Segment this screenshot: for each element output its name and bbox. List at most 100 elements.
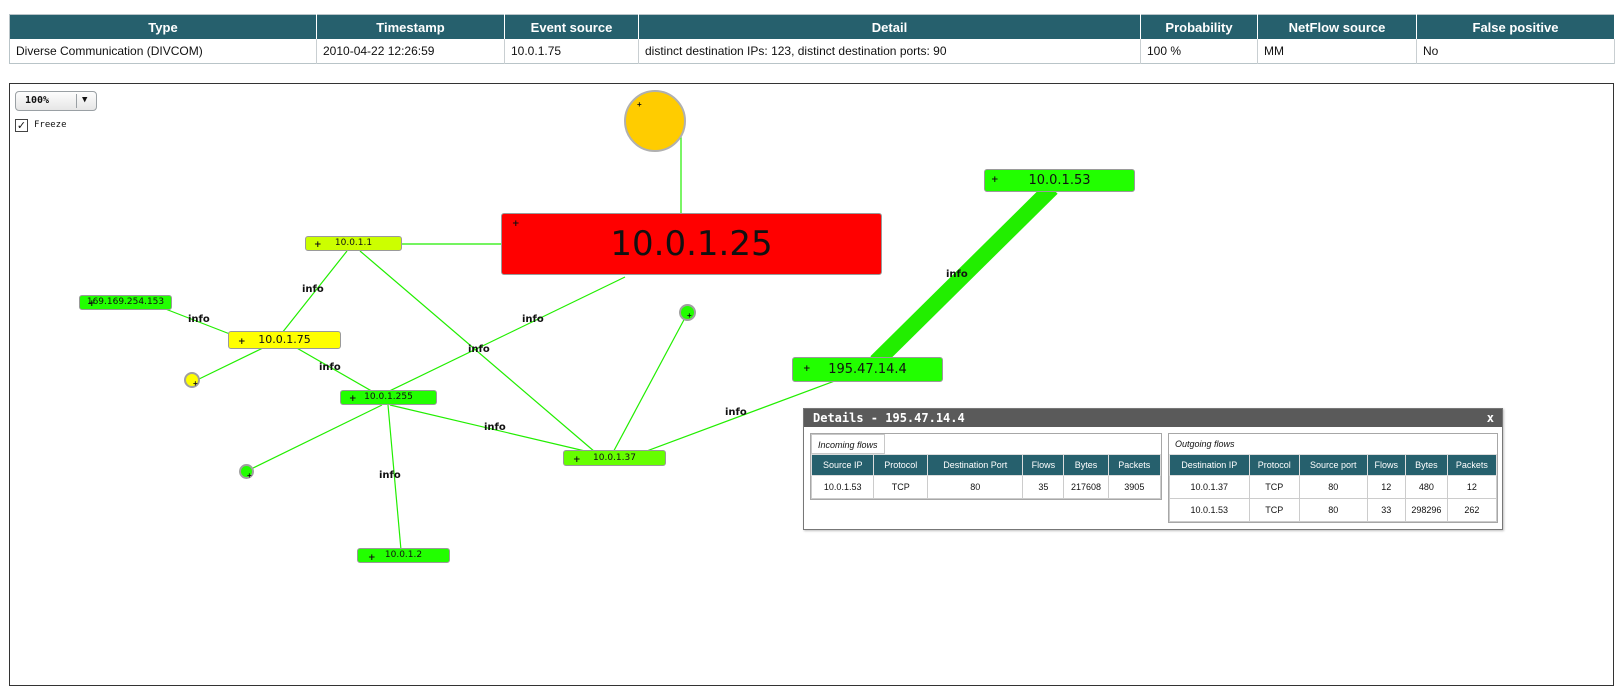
edge-label-info[interactable]: info: [188, 314, 210, 325]
expand-icon[interactable]: +: [349, 395, 357, 404]
event-table: Type Timestamp Event source Detail Proba…: [9, 14, 1615, 64]
edge-label-info[interactable]: info: [725, 407, 747, 418]
cell: 217608: [1063, 475, 1109, 499]
col-flows: Flows: [1022, 454, 1065, 476]
expand-icon[interactable]: +: [247, 472, 252, 480]
col-packets: Packets: [1107, 454, 1162, 476]
cell-probability: 100 %: [1140, 39, 1258, 64]
edge-label-info[interactable]: info: [484, 422, 506, 433]
graph-node-10-0-1-37[interactable]: + 10.0.1.37: [563, 450, 666, 466]
incoming-flows-caption: Incoming flows: [811, 434, 885, 454]
col-destination-ip: Destination IP: [1169, 454, 1250, 476]
edge: [609, 315, 687, 459]
table-row[interactable]: 10.0.1.53 TCP 80 35 217608 3905: [810, 475, 1162, 499]
expand-icon[interactable]: +: [314, 241, 322, 250]
header-false-positive[interactable]: False positive: [1416, 14, 1615, 39]
node-label: 10.0.1.2: [384, 550, 423, 560]
expand-icon[interactable]: +: [238, 338, 246, 347]
cell: 33: [1366, 498, 1407, 522]
graph-node-circle-green[interactable]: +: [239, 464, 254, 480]
zoom-divider: [76, 94, 77, 108]
cell: 12: [1446, 475, 1498, 499]
edge-label-info[interactable]: info: [522, 314, 544, 325]
edge: [196, 346, 266, 381]
graph-node-10-0-1-53[interactable]: + 10.0.1.53: [984, 169, 1135, 192]
expand-icon[interactable]: +: [193, 380, 198, 388]
edge-label-info[interactable]: info: [302, 284, 324, 295]
edge-label-info[interactable]: info: [319, 362, 341, 373]
details-popup[interactable]: Details - 195.47.14.4 x Incoming flows S…: [803, 408, 1503, 530]
cell: 262: [1446, 498, 1498, 522]
details-titlebar[interactable]: Details - 195.47.14.4 x: [804, 409, 1502, 427]
header-event-source[interactable]: Event source: [504, 14, 639, 39]
expand-icon[interactable]: +: [88, 300, 96, 309]
cell-detail: distinct destination IPs: 123, distinct …: [638, 39, 1141, 64]
cell: TCP: [873, 475, 929, 499]
expand-icon[interactable]: +: [512, 220, 520, 229]
freeze-checkbox[interactable]: ✓: [15, 118, 28, 132]
edge-label-info[interactable]: info: [946, 269, 968, 280]
cell: 480: [1405, 475, 1448, 499]
incoming-flows-table: Source IP Protocol Destination Port Flow…: [810, 454, 1162, 499]
table-row[interactable]: 10.0.1.53 TCP 80 33 298296 262: [1169, 498, 1498, 522]
expand-icon[interactable]: +: [803, 365, 811, 374]
expand-icon[interactable]: +: [687, 312, 692, 320]
edge-label-info[interactable]: info: [468, 344, 490, 355]
outgoing-flows-table: Destination IP Protocol Source port Flow…: [1169, 454, 1498, 522]
node-label: 10.0.1.53: [1028, 173, 1091, 188]
cell-timestamp: 2010-04-22 12:26:59: [316, 39, 505, 64]
graph-edges: [149, 122, 1058, 551]
header-detail[interactable]: Detail: [638, 14, 1141, 39]
zoom-value: 100%: [25, 95, 50, 106]
cell: 80: [927, 475, 1024, 499]
table-row[interactable]: 10.0.1.37 TCP 80 12 480 12: [1169, 475, 1498, 499]
cell-netflow-source: MM: [1257, 39, 1417, 64]
header-probability[interactable]: Probability: [1140, 14, 1258, 39]
col-flows: Flows: [1366, 454, 1407, 476]
graph-node-circle-green[interactable]: +: [679, 304, 696, 321]
col-source-port: Source port: [1299, 454, 1368, 476]
cell-event-source: 10.0.1.75: [504, 39, 639, 64]
graph-node-10-0-1-1[interactable]: + 10.0.1.1: [305, 236, 402, 251]
col-protocol: Protocol: [1248, 454, 1301, 476]
graph-node-circle-large[interactable]: +: [624, 90, 686, 152]
header-type[interactable]: Type: [9, 14, 317, 39]
graph-node-169-169-254-153[interactable]: + 169.169.254.153: [79, 295, 172, 310]
header-netflow-source[interactable]: NetFlow source: [1257, 14, 1417, 39]
col-protocol: Protocol: [873, 454, 929, 476]
col-destination-port: Destination Port: [927, 454, 1024, 476]
cell-type: Diverse Communication (DIVCOM): [9, 39, 317, 64]
graph-node-10-0-1-2[interactable]: + 10.0.1.2: [357, 548, 450, 563]
cell-false-positive: No: [1416, 39, 1615, 64]
node-label: 10.0.1.255: [364, 392, 413, 402]
incoming-flows-panel: Incoming flows Source IP Protocol Destin…: [810, 433, 1162, 500]
cell: 10.0.1.53: [1169, 498, 1250, 522]
node-label: 169.169.254.153: [86, 297, 165, 307]
graph-panel[interactable]: 100% ▼ ✓ Freeze + + 10.0.1.25 + 10.0.1.5…: [9, 83, 1614, 686]
expand-icon[interactable]: +: [991, 176, 999, 185]
graph-node-10-0-1-255[interactable]: + 10.0.1.255: [340, 390, 437, 405]
graph-node-10-0-1-25[interactable]: + 10.0.1.25: [501, 213, 882, 275]
graph-node-circle-yellow[interactable]: +: [184, 372, 200, 388]
expand-icon[interactable]: +: [368, 554, 376, 563]
freeze-label: Freeze: [34, 120, 67, 130]
col-bytes: Bytes: [1405, 454, 1448, 476]
close-icon[interactable]: x: [1487, 409, 1494, 427]
node-label: 10.0.1.37: [593, 453, 636, 463]
cell: 12: [1366, 475, 1407, 499]
edge-label-info[interactable]: info: [379, 470, 401, 481]
col-bytes: Bytes: [1063, 454, 1109, 476]
zoom-select[interactable]: 100% ▼: [15, 91, 97, 111]
table-row[interactable]: Diverse Communication (DIVCOM) 2010-04-2…: [9, 39, 1615, 64]
expand-icon[interactable]: +: [573, 456, 581, 465]
freeze-toggle[interactable]: ✓ Freeze: [15, 118, 67, 132]
chevron-down-icon[interactable]: ▼: [82, 95, 87, 105]
col-packets: Packets: [1446, 454, 1498, 476]
expand-icon[interactable]: +: [637, 101, 642, 109]
cell: 10.0.1.37: [1169, 475, 1250, 499]
graph-node-10-0-1-75[interactable]: + 10.0.1.75: [228, 331, 341, 349]
graph-node-195-47-14-4[interactable]: + 195.47.14.4: [792, 357, 943, 382]
outgoing-flows-panel: Outgoing flows Destination IP Protocol S…: [1168, 433, 1498, 523]
header-timestamp[interactable]: Timestamp: [316, 14, 505, 39]
col-source-ip: Source IP: [810, 454, 875, 476]
